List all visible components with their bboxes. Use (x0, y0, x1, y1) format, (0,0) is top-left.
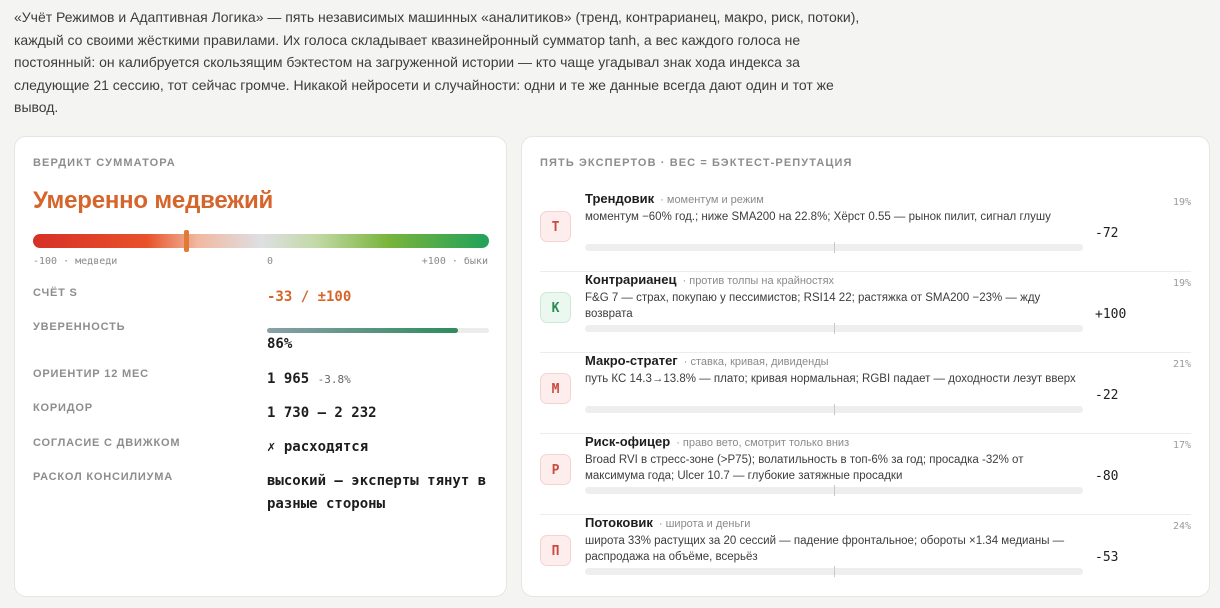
expert-track-center (834, 485, 835, 496)
target-delta: -3.8% (317, 373, 351, 386)
expert-weight: 21% (1172, 359, 1191, 370)
expert-score-track (585, 404, 1083, 415)
expert-track-center (834, 242, 835, 253)
expert-tag: · право вето, смотрит только вниз (676, 437, 850, 449)
corridor-label: КОРИДОР (33, 402, 93, 414)
expert-name-line: Риск-офицер · право вето, смотрит только … (585, 434, 849, 449)
intro-text: «Учёт Режимов и Адаптивная Логика» — пят… (14, 9, 860, 115)
expert-score: -53 (1095, 550, 1119, 565)
target-value-row: 1 965 -3.8% (267, 368, 492, 391)
experts-kicker: ПЯТЬ ЭКСПЕРТОВ · ВЕС = БЭКТЕСТ-РЕПУТАЦИЯ (540, 157, 853, 169)
expert-weight: 24% (1172, 521, 1191, 532)
expert-tag: · против толпы на крайностях (682, 275, 835, 287)
expert-name: Контрарианец (585, 272, 677, 287)
expert-weight: 19% (1172, 278, 1191, 289)
gauge-marker (183, 230, 189, 252)
expert-name-line: Потоковик · широта и деньги (585, 515, 750, 530)
expert-weight: 17% (1172, 440, 1191, 451)
expert-row-trend[interactable]: Т Трендовик · моментум и режим моментум −… (540, 191, 1191, 272)
expert-name-line: Макро-стратег · ставка, кривая, дивиденды (585, 353, 829, 368)
expert-score-track (585, 323, 1083, 334)
expert-name: Риск-офицер (585, 434, 671, 449)
score-value: -33 / ±100 (267, 289, 352, 305)
expert-weight: 19% (1172, 197, 1191, 208)
verdict-card: ВЕРДИКТ СУММАТОРА Умеренно медвежий -100… (14, 136, 507, 597)
split-label: РАСКОЛ КОНСИЛИУМА (33, 471, 173, 483)
verdict-title: Умеренно медвежий (33, 187, 274, 214)
score-label: СЧЁТ S (33, 287, 78, 299)
gauge-min-label: -100 · медведи (33, 256, 118, 267)
expert-row-contrarian[interactable]: К Контрарианец · против толпы на крайност… (540, 272, 1191, 353)
expert-description: Broad RVI в стресс-зоне (>P75); волатиль… (585, 454, 1024, 482)
expert-row-risk[interactable]: Р Риск-офицер · право вето, смотрит тольк… (540, 434, 1191, 515)
expert-description: F&G 7 — страх, покупаю у пессимистов; RS… (585, 292, 1041, 320)
corridor-value: 1 730 – 2 232 (267, 405, 377, 421)
expert-badge: М (540, 373, 571, 404)
expert-badge: П (540, 535, 571, 566)
split-value: высокий — эксперты тянут в разные сторон… (267, 473, 487, 512)
expert-badge: К (540, 292, 571, 323)
expert-score: -80 (1095, 469, 1119, 484)
verdict-kicker: ВЕРДИКТ СУММАТОРА (33, 157, 176, 169)
expert-badge: Т (540, 211, 571, 242)
expert-score: -72 (1095, 226, 1119, 241)
gauge-mid-label: 0 (267, 256, 274, 267)
experts-card: ПЯТЬ ЭКСПЕРТОВ · ВЕС = БЭКТЕСТ-РЕПУТАЦИЯ… (521, 136, 1210, 597)
target-value: 1 965 (267, 371, 310, 387)
expert-name: Трендовик (585, 191, 655, 206)
sentiment-gauge (33, 230, 489, 252)
expert-score-track (585, 485, 1083, 496)
expert-name-line: Контрарианец · против толпы на крайностях (585, 272, 834, 287)
expert-track-center (834, 566, 835, 577)
expert-row-flows[interactable]: П Потоковик · широта и деньги широта 33% … (540, 515, 1191, 596)
expert-row-macro[interactable]: М Макро-стратег · ставка, кривая, дивиден… (540, 353, 1191, 434)
expert-tag: · широта и деньги (658, 518, 751, 530)
agreement-label: СОГЛАСИЕ С ДВИЖКОМ (33, 437, 181, 449)
expert-badge: Р (540, 454, 571, 485)
agreement-value: ✗ расходятся (267, 439, 369, 455)
expert-name: Потоковик (585, 515, 653, 530)
expert-score: -22 (1095, 388, 1119, 403)
expert-description: моментум −60% год.; ниже SMA200 на 22.8%… (585, 211, 1051, 223)
expert-score-track (585, 242, 1083, 253)
expert-track-center (834, 323, 835, 334)
expert-description: путь КС 14.3→13.8% — плато; кривая норма… (585, 373, 1076, 385)
expert-track-center (834, 404, 835, 415)
expert-score-track (585, 566, 1083, 577)
expert-tag: · моментум и режим (660, 194, 764, 206)
confidence-value: 86% (267, 336, 293, 352)
expert-score: +100 (1095, 307, 1127, 322)
expert-name: Макро-стратег (585, 353, 678, 368)
target-label: ОРИЕНТИР 12 МЕС (33, 368, 149, 380)
expert-tag: · ставка, кривая, дивиденды (683, 356, 829, 368)
expert-name-line: Трендовик · моментум и режим (585, 191, 764, 206)
expert-description: широта 33% растущих за 20 сессий — паден… (585, 535, 1065, 563)
gauge-max-label: +100 · быки (421, 256, 488, 267)
confidence-label: УВЕРЕННОСТЬ (33, 321, 126, 333)
